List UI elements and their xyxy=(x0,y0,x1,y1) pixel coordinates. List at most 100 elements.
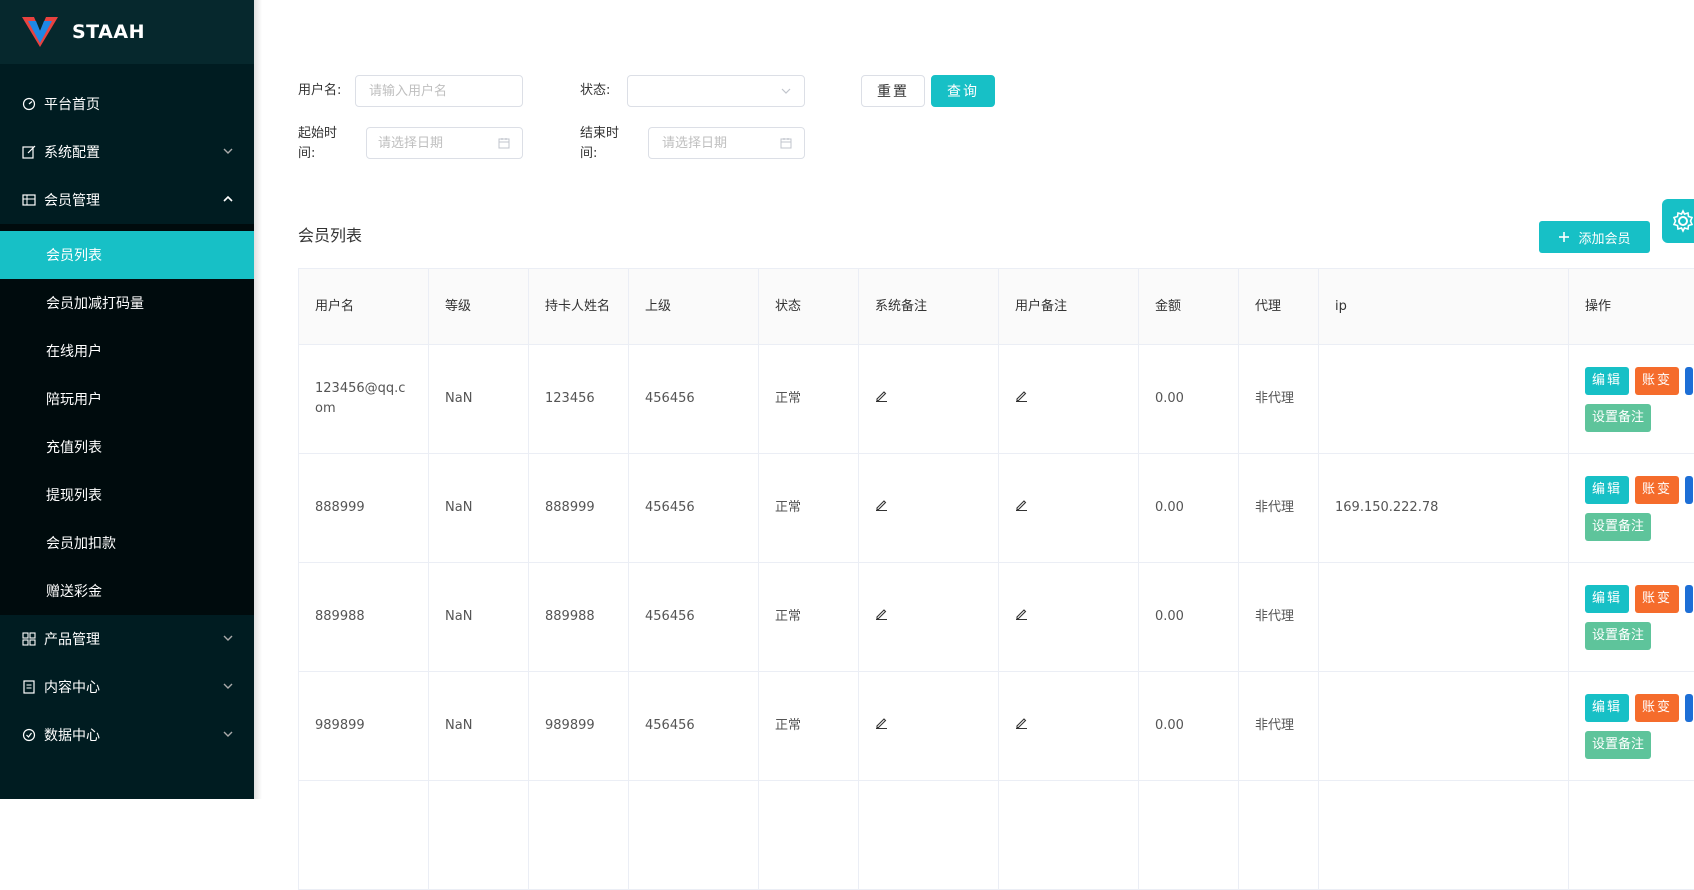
edit-icon xyxy=(22,145,36,159)
edit-note-icon[interactable] xyxy=(875,498,888,511)
cell-ip xyxy=(1319,345,1569,454)
cell-amount: 0.00 xyxy=(1139,454,1239,563)
col-cardholder: 持卡人姓名 xyxy=(529,269,629,345)
cell-parent: 456456 xyxy=(629,454,759,563)
edit-button[interactable]: 编辑 xyxy=(1585,694,1629,722)
sub-item-label: 提现列表 xyxy=(46,485,102,505)
sub-item-label: 陪玩用户 xyxy=(46,389,102,409)
sidebar-item-members[interactable]: 会员管理 xyxy=(0,176,254,224)
sidebar-sub-recharge-list[interactable]: 充值列表 xyxy=(0,423,254,471)
cell-agent: 非代理 xyxy=(1239,345,1319,454)
sidebar-item-label: 产品管理 xyxy=(44,629,100,649)
sidebar-item-data[interactable]: 数据中心 xyxy=(0,711,254,759)
col-username: 用户名 xyxy=(299,269,429,345)
member-table: 用户名 等级 持卡人姓名 上级 状态 系统备注 用户备注 金额 代理 ip 操作… xyxy=(298,268,1694,890)
action-row: 编辑账变 xyxy=(1585,367,1694,395)
cell-actions: 编辑账变设置备注 xyxy=(1569,563,1694,672)
balance-change-button[interactable]: 账变 xyxy=(1635,694,1679,722)
sub-item-label: 会员加减打码量 xyxy=(46,293,144,313)
sidebar: STAAH 平台首页 系统配置 会员管理 会员列表 会员加减打码量 在线用户 陪… xyxy=(0,0,254,799)
sidebar-item-home[interactable]: 平台首页 xyxy=(0,80,254,128)
table-row: 889988NaN889988456456正常0.00非代理编辑账变设置备注 xyxy=(299,563,1694,672)
col-parent: 上级 xyxy=(629,269,759,345)
edit-note-icon[interactable] xyxy=(875,607,888,620)
table-cell xyxy=(629,781,759,890)
edit-note-icon[interactable] xyxy=(1015,389,1028,402)
cell-cardholder: 888999 xyxy=(529,454,629,563)
sidebar-sub-bonus[interactable]: 赠送彩金 xyxy=(0,567,254,615)
settings-drawer-tab[interactable] xyxy=(1662,199,1694,243)
edit-note-icon[interactable] xyxy=(1015,607,1028,620)
more-action-button[interactable] xyxy=(1685,367,1693,395)
sidebar-sub-betting-volume[interactable]: 会员加减打码量 xyxy=(0,279,254,327)
member-submenu: 会员列表 会员加减打码量 在线用户 陪玩用户 充值列表 提现列表 会员加扣款 赠… xyxy=(0,231,254,615)
brand-header: STAAH xyxy=(0,0,254,64)
sidebar-sub-balance-adjust[interactable]: 会员加扣款 xyxy=(0,519,254,567)
document-icon xyxy=(22,680,36,694)
status-label: 状态: xyxy=(580,81,610,101)
cell-system-note xyxy=(859,672,999,781)
username-label: 用户名: xyxy=(298,81,341,101)
col-status: 状态 xyxy=(759,269,859,345)
add-member-button[interactable]: 添加会员 xyxy=(1539,221,1650,253)
start-date-picker[interactable] xyxy=(366,127,523,159)
set-note-button[interactable]: 设置备注 xyxy=(1585,404,1651,432)
end-date-picker[interactable] xyxy=(648,127,805,159)
cell-status: 正常 xyxy=(759,345,859,454)
brand-name: STAAH xyxy=(72,21,145,43)
table-row xyxy=(299,781,1694,890)
cell-actions: 编辑账变设置备注 xyxy=(1569,672,1694,781)
more-action-button[interactable] xyxy=(1685,694,1693,722)
status-select[interactable] xyxy=(627,75,805,107)
sidebar-sub-companion-users[interactable]: 陪玩用户 xyxy=(0,375,254,423)
edit-note-icon[interactable] xyxy=(875,716,888,729)
cell-agent: 非代理 xyxy=(1239,563,1319,672)
action-row: 编辑账变 xyxy=(1585,476,1694,504)
more-action-button[interactable] xyxy=(1685,476,1693,504)
sidebar-item-label: 会员管理 xyxy=(44,190,100,210)
table-cell xyxy=(1569,781,1694,890)
start-time-label-line2: 间: xyxy=(298,144,315,164)
sidebar-item-content[interactable]: 内容中心 xyxy=(0,663,254,711)
sidebar-item-products[interactable]: 产品管理 xyxy=(0,615,254,663)
balance-change-button[interactable]: 账变 xyxy=(1635,476,1679,504)
balance-change-button[interactable]: 账变 xyxy=(1635,585,1679,613)
sidebar-shadow xyxy=(254,0,262,799)
cell-user-note xyxy=(999,454,1139,563)
cell-cardholder: 989899 xyxy=(529,672,629,781)
cell-actions: 编辑账变设置备注 xyxy=(1569,345,1694,454)
edit-button[interactable]: 编辑 xyxy=(1585,585,1629,613)
sidebar-sub-online-users[interactable]: 在线用户 xyxy=(0,327,254,375)
balance-change-button[interactable]: 账变 xyxy=(1635,367,1679,395)
edit-note-icon[interactable] xyxy=(875,389,888,402)
grid-icon xyxy=(22,632,36,646)
reset-button[interactable]: 重置 xyxy=(861,75,925,107)
cell-level: NaN xyxy=(429,563,529,672)
set-note-button[interactable]: 设置备注 xyxy=(1585,731,1651,759)
username-input-wrap[interactable] xyxy=(355,75,523,107)
table-cell xyxy=(859,781,999,890)
query-button[interactable]: 查询 xyxy=(931,75,995,107)
submenu-spacer xyxy=(0,224,254,231)
sidebar-sub-member-list[interactable]: 会员列表 xyxy=(0,231,254,279)
start-time-label-line1: 起始时 xyxy=(298,124,337,144)
calendar-icon xyxy=(780,137,792,149)
calendar-icon xyxy=(498,137,510,149)
sidebar-sub-withdraw-list[interactable]: 提现列表 xyxy=(0,471,254,519)
cell-level: NaN xyxy=(429,345,529,454)
edit-button[interactable]: 编辑 xyxy=(1585,476,1629,504)
edit-note-icon[interactable] xyxy=(1015,498,1028,511)
cell-ip xyxy=(1319,672,1569,781)
edit-note-icon[interactable] xyxy=(1015,716,1028,729)
more-action-button[interactable] xyxy=(1685,585,1693,613)
table-row: 989899NaN989899456456正常0.00非代理编辑账变设置备注 xyxy=(299,672,1694,781)
logo-icon xyxy=(22,17,58,47)
username-input[interactable] xyxy=(367,83,522,100)
set-note-button[interactable]: 设置备注 xyxy=(1585,513,1651,541)
set-note-button[interactable]: 设置备注 xyxy=(1585,622,1651,650)
cell-actions: 编辑账变设置备注 xyxy=(1569,454,1694,563)
cell-amount: 0.00 xyxy=(1139,672,1239,781)
edit-button[interactable]: 编辑 xyxy=(1585,367,1629,395)
sidebar-item-system[interactable]: 系统配置 xyxy=(0,128,254,176)
action-row: 编辑账变 xyxy=(1585,585,1694,613)
